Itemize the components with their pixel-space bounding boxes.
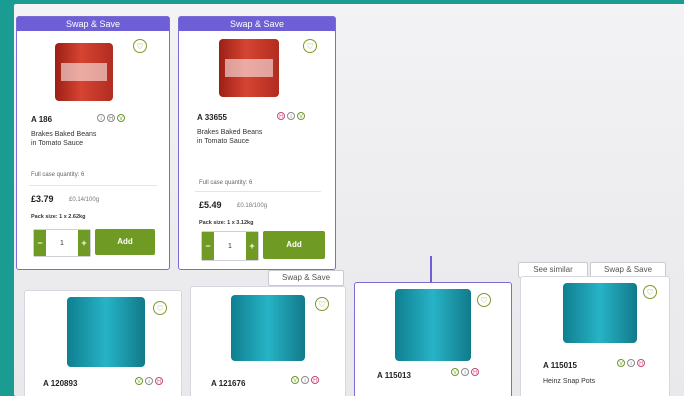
vegetarian-icon: V bbox=[297, 112, 305, 120]
halal-icon: H bbox=[637, 359, 645, 367]
case-quantity: Full case quantity: 6 bbox=[199, 180, 253, 186]
favourite-heart-icon[interactable]: ♡ bbox=[315, 297, 329, 311]
pack-size: Pack size: 1 x 3.12kg bbox=[199, 220, 254, 226]
dietary-icons: V i H bbox=[135, 377, 163, 385]
price: £3.79 bbox=[31, 194, 54, 204]
decrease-quantity-button[interactable]: − bbox=[34, 230, 46, 256]
product-card-a115015[interactable]: ♡ A 115015 V i H Heinz Snap Pots bbox=[520, 276, 670, 396]
product-image-heinz-snap-pots[interactable] bbox=[563, 283, 637, 343]
product-card-a33655[interactable]: Swap & Save ♡ A 33655 H i V Brakes Baked… bbox=[178, 16, 336, 270]
info-icon: i bbox=[627, 359, 635, 367]
dietary-icons: V i H bbox=[617, 359, 645, 367]
info-icon: i bbox=[461, 368, 469, 376]
increase-quantity-button[interactable]: + bbox=[78, 230, 90, 256]
add-to-basket-button[interactable]: Add bbox=[95, 229, 155, 255]
product-code: A 120893 bbox=[43, 379, 78, 388]
increase-quantity-button[interactable]: + bbox=[246, 232, 258, 260]
divider bbox=[195, 191, 321, 192]
case-quantity: Full case quantity: 6 bbox=[31, 172, 85, 178]
decrease-quantity-button[interactable]: − bbox=[202, 232, 214, 260]
info-icon: i bbox=[145, 377, 153, 385]
product-name-line-1: Brakes Baked Beans bbox=[31, 131, 97, 138]
pack-size: Pack size: 1 x 2.62kg bbox=[31, 214, 86, 220]
product-card-a186[interactable]: Swap & Save ♡ A 186 i H V Brakes Baked B… bbox=[16, 16, 170, 270]
favourite-heart-icon[interactable]: ♡ bbox=[153, 301, 167, 315]
halal-icon: H bbox=[277, 112, 285, 120]
favourite-heart-icon[interactable]: ♡ bbox=[643, 285, 657, 299]
info-icon: i bbox=[287, 112, 295, 120]
product-image-heinz-beanz-tin[interactable] bbox=[395, 289, 471, 361]
dietary-icons: V i H bbox=[291, 376, 319, 384]
product-code: A 33655 bbox=[197, 113, 227, 122]
dietary-icons: V i H bbox=[451, 368, 479, 376]
info-icon: i bbox=[301, 376, 309, 384]
favourite-heart-icon[interactable]: ♡ bbox=[477, 293, 491, 307]
product-code: A 115015 bbox=[543, 361, 577, 370]
unit-price: £0.18/100g bbox=[237, 203, 268, 209]
product-image-heinz-beanz-tin[interactable] bbox=[231, 295, 305, 361]
swap-save-banner: Swap & Save bbox=[179, 17, 335, 31]
dietary-icons: i H V bbox=[97, 114, 125, 122]
add-to-basket-button[interactable]: Add bbox=[263, 231, 325, 259]
info-icon: i bbox=[97, 114, 105, 122]
product-name-line-1: Brakes Baked Beans bbox=[197, 129, 263, 136]
product-card-a120893[interactable]: ♡ A 120893 V i H bbox=[24, 290, 182, 396]
vegetarian-icon: V bbox=[617, 359, 625, 367]
favourite-heart-icon[interactable]: ♡ bbox=[303, 39, 317, 53]
product-grid: Swap & Save ♡ A 186 i H V Brakes Baked B… bbox=[14, 4, 684, 396]
favourite-heart-icon[interactable]: ♡ bbox=[133, 39, 147, 53]
divider bbox=[29, 185, 157, 186]
halal-icon: H bbox=[155, 377, 163, 385]
product-image-heinz-beanz-tin[interactable] bbox=[67, 297, 145, 367]
quantity-stepper[interactable]: − 1 + bbox=[201, 231, 259, 261]
halal-icon: H bbox=[107, 114, 115, 122]
vegetarian-icon: V bbox=[291, 376, 299, 384]
vegetarian-icon: V bbox=[135, 377, 143, 385]
product-code: A 186 bbox=[31, 115, 53, 124]
product-name[interactable]: Brakes Baked Beans in Tomato Sauce bbox=[197, 128, 321, 146]
halal-icon: H bbox=[471, 368, 479, 376]
product-card-a121676[interactable]: ♡ A 121676 V i H bbox=[190, 286, 346, 396]
product-card-a115013[interactable]: ♡ A 115013 V i H bbox=[354, 282, 512, 396]
product-code: A 115013 bbox=[377, 371, 411, 380]
vegetarian-icon: V bbox=[117, 114, 125, 122]
product-name[interactable]: Brakes Baked Beans in Tomato Sauce bbox=[31, 130, 151, 148]
dietary-icons: H i V bbox=[277, 112, 305, 120]
product-name[interactable]: Heinz Snap Pots bbox=[543, 377, 653, 386]
vegetarian-icon: V bbox=[451, 368, 459, 376]
price: £5.49 bbox=[199, 200, 222, 210]
product-name-line-2: in Tomato Sauce bbox=[31, 140, 84, 147]
quantity-stepper[interactable]: − 1 + bbox=[33, 229, 91, 257]
unit-price: £0.14/100g bbox=[69, 197, 100, 203]
product-image-baked-beans-tin[interactable] bbox=[219, 39, 279, 97]
product-image-baked-beans-tin[interactable] bbox=[55, 43, 113, 101]
swap-save-banner: Swap & Save bbox=[17, 17, 169, 31]
product-code: A 121676 bbox=[211, 379, 246, 388]
product-name-line-2: in Tomato Sauce bbox=[197, 138, 250, 145]
halal-icon: H bbox=[311, 376, 319, 384]
swap-save-tag[interactable]: Swap & Save bbox=[268, 270, 344, 286]
quantity-input[interactable]: 1 bbox=[214, 243, 246, 250]
quantity-input[interactable]: 1 bbox=[46, 240, 78, 247]
